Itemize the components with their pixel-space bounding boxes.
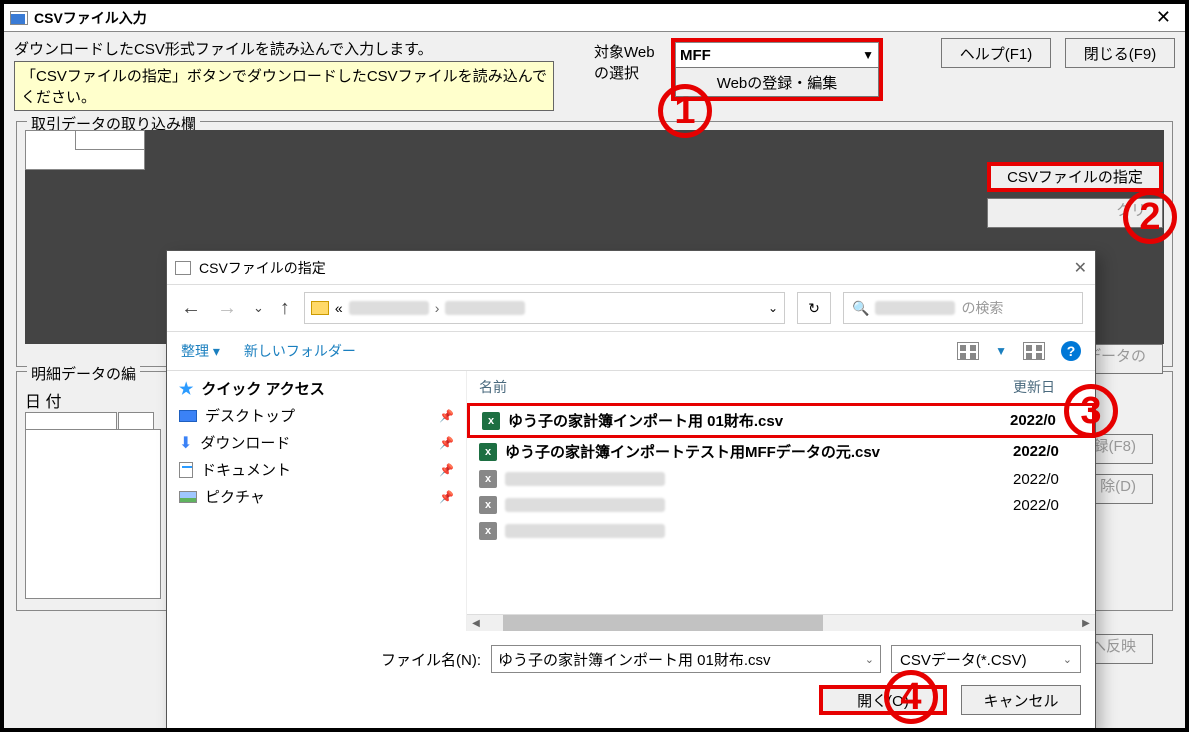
file-name bbox=[505, 524, 665, 538]
date-cell-2[interactable] bbox=[118, 412, 154, 430]
pictures-icon bbox=[179, 491, 197, 503]
web-select-value: MFF bbox=[680, 47, 711, 64]
chevron-down-icon[interactable]: ⌄ bbox=[865, 653, 874, 666]
excel-icon: x bbox=[479, 470, 497, 488]
tree-pictures[interactable]: ピクチャ 📌 bbox=[167, 483, 466, 510]
web-select-label: 対象Webの選択 bbox=[594, 38, 665, 83]
tree-desktop[interactable]: デスクトップ 📌 bbox=[167, 402, 466, 429]
folder-icon bbox=[311, 301, 329, 315]
dialog-close-icon[interactable]: ✕ bbox=[1074, 258, 1087, 278]
scroll-right-icon[interactable]: ▶ bbox=[1077, 615, 1095, 631]
document-icon bbox=[179, 462, 193, 478]
path-segment-2 bbox=[445, 301, 525, 315]
search-placeholder-blur bbox=[875, 301, 955, 315]
file-row[interactable]: x ゆう子の家計簿インポートテスト用MFFデータの元.csv 2022/0 bbox=[467, 437, 1095, 466]
view-dropdown-icon[interactable]: ▼ bbox=[995, 344, 1007, 358]
path-prefix: « bbox=[335, 300, 343, 316]
nav-up-icon[interactable]: ↑ bbox=[278, 297, 292, 320]
scroll-left-icon[interactable]: ◀ bbox=[467, 615, 485, 631]
path-segment-1 bbox=[349, 301, 429, 315]
filetype-dropdown[interactable]: CSVデータ(*.CSV) ⌄ bbox=[891, 645, 1081, 673]
file-date: 2022/0 bbox=[1013, 471, 1083, 488]
nav-recent-icon[interactable]: ⌄ bbox=[251, 300, 266, 316]
help-icon[interactable]: ? bbox=[1061, 341, 1081, 361]
chevron-down-icon[interactable]: ⌄ bbox=[1063, 653, 1072, 666]
excel-icon: x bbox=[479, 496, 497, 514]
pin-icon: 📌 bbox=[439, 463, 454, 477]
desktop-icon bbox=[179, 410, 197, 422]
callout-2: 2 bbox=[1123, 190, 1177, 244]
window-close-icon[interactable]: ✕ bbox=[1148, 7, 1179, 28]
nav-forward-icon[interactable]: → bbox=[215, 297, 239, 320]
filename-value: ゆう子の家計簿インポート用 01財布.csv bbox=[498, 649, 771, 670]
folder-tree[interactable]: ★ クイック アクセス デスクトップ 📌 ⬇ ダウンロード 📌 ドキュメント 📌 bbox=[167, 371, 467, 631]
file-row[interactable]: x 2022/0 bbox=[467, 492, 1095, 518]
callout-3: 3 bbox=[1064, 384, 1118, 438]
file-name: ゆう子の家計簿インポート用 01財布.csv bbox=[508, 410, 783, 431]
filename-label: ファイル名(N): bbox=[381, 649, 481, 670]
new-folder-button[interactable]: 新しいフォルダー bbox=[244, 341, 356, 361]
detail-legend: 明細データの編 bbox=[27, 363, 140, 384]
callout-4: 4 bbox=[884, 670, 938, 724]
window-title: CSVファイル入力 bbox=[34, 8, 147, 28]
file-list-header[interactable]: 名前 更新日 bbox=[467, 371, 1095, 404]
search-icon: 🔍 bbox=[852, 300, 869, 317]
date-listbox[interactable] bbox=[25, 429, 161, 599]
tree-documents[interactable]: ドキュメント 📌 bbox=[167, 456, 466, 483]
help-button[interactable]: ヘルプ(F1) bbox=[941, 38, 1051, 68]
instruction-box: 「CSVファイルの指定」ボタンでダウンロードしたCSVファイルを読み込んでくださ… bbox=[14, 61, 554, 111]
star-icon: ★ bbox=[179, 379, 193, 399]
main-titlebar: CSVファイル入力 ✕ bbox=[4, 4, 1185, 32]
tree-quick-access[interactable]: ★ クイック アクセス bbox=[167, 375, 466, 402]
file-name bbox=[505, 472, 665, 486]
web-select-dropdown[interactable]: MFF ▼ bbox=[675, 42, 879, 68]
pin-icon: 📌 bbox=[439, 409, 454, 423]
close-button[interactable]: 閉じる(F9) bbox=[1065, 38, 1175, 68]
tree-downloads[interactable]: ⬇ ダウンロード 📌 bbox=[167, 429, 466, 456]
col-header-name[interactable]: 名前 bbox=[479, 377, 1013, 397]
view-mode-icon[interactable] bbox=[957, 342, 979, 360]
preview-pane-icon[interactable] bbox=[1023, 342, 1045, 360]
organize-menu[interactable]: 整理 ▾ bbox=[181, 341, 220, 361]
excel-icon: x bbox=[479, 443, 497, 461]
file-name: ゆう子の家計簿インポートテスト用MFFデータの元.csv bbox=[505, 441, 880, 462]
file-row[interactable]: x bbox=[467, 518, 1095, 544]
download-icon: ⬇ bbox=[179, 433, 192, 453]
app-icon bbox=[10, 11, 28, 25]
chevron-down-icon: ▼ bbox=[862, 48, 874, 62]
pin-icon: 📌 bbox=[439, 436, 454, 450]
file-open-dialog: CSVファイルの指定 ✕ ← → ⌄ ↑ « › ⌄ ↻ 🔍 の検索 bbox=[166, 250, 1096, 730]
dialog-icon bbox=[175, 261, 191, 275]
cancel-button[interactable]: キャンセル bbox=[961, 685, 1081, 715]
path-breadcrumb[interactable]: « › ⌄ bbox=[304, 292, 785, 324]
refresh-button[interactable]: ↻ bbox=[797, 292, 831, 324]
file-name bbox=[505, 498, 665, 512]
chevron-right-icon: › bbox=[435, 300, 440, 316]
file-row[interactable]: x 2022/0 bbox=[467, 466, 1095, 492]
file-date: 2022/0 bbox=[1013, 443, 1083, 460]
search-suffix: の検索 bbox=[961, 298, 1003, 318]
path-dropdown-icon[interactable]: ⌄ bbox=[768, 301, 778, 315]
date-cell-1[interactable] bbox=[25, 412, 117, 430]
csv-spec-button[interactable]: CSVファイルの指定 bbox=[987, 162, 1163, 192]
dialog-title: CSVファイルの指定 bbox=[199, 258, 326, 278]
pin-icon: 📌 bbox=[439, 490, 454, 504]
excel-icon: x bbox=[479, 522, 497, 540]
file-date: 2022/0 bbox=[1013, 497, 1083, 514]
page-subtitle: ダウンロードしたCSV形式ファイルを読み込んで入力します。 bbox=[14, 38, 554, 59]
horizontal-scrollbar[interactable]: ◀ ▶ bbox=[467, 614, 1095, 631]
file-list[interactable]: 名前 更新日 x ゆう子の家計簿インポート用 01財布.csv 2022/0 x ゆう子… bbox=[467, 371, 1095, 631]
search-input[interactable]: 🔍 の検索 bbox=[843, 292, 1083, 324]
scroll-thumb[interactable] bbox=[503, 615, 823, 631]
nav-back-icon[interactable]: ← bbox=[179, 297, 203, 320]
web-edit-button[interactable]: Webの登録・編集 bbox=[675, 67, 879, 97]
filetype-value: CSVデータ(*.CSV) bbox=[900, 649, 1027, 670]
callout-1: 1 bbox=[658, 84, 712, 138]
excel-icon: x bbox=[482, 412, 500, 430]
filename-input[interactable]: ゆう子の家計簿インポート用 01財布.csv ⌄ bbox=[491, 645, 881, 673]
file-row[interactable]: xゆう子の家計簿インポート用 01財布.csv2022/0 bbox=[467, 403, 1095, 438]
